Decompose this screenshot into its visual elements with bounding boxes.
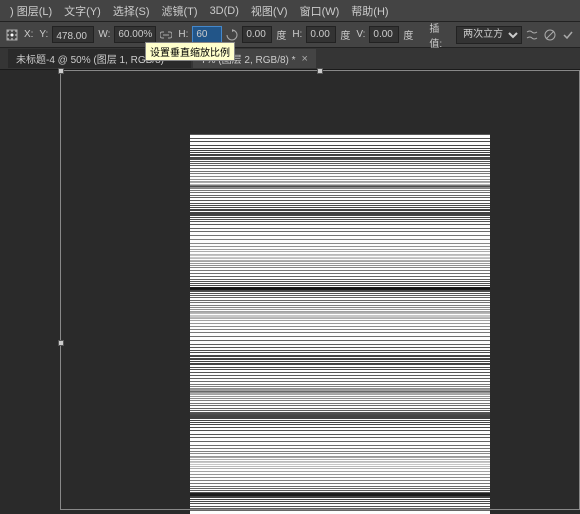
tooltip: 设置垂直缩放比例 bbox=[145, 42, 235, 61]
w-label: W: bbox=[96, 29, 112, 40]
h-label: H: bbox=[176, 29, 190, 40]
rotate-icon[interactable] bbox=[224, 27, 240, 43]
v-label: V: bbox=[354, 29, 367, 40]
h2-field[interactable] bbox=[306, 26, 336, 43]
menu-item-layer[interactable]: ) 图层(L) bbox=[4, 0, 58, 22]
menu-item-help[interactable]: 帮助(H) bbox=[345, 0, 394, 22]
menu-item-view[interactable]: 视图(V) bbox=[245, 0, 294, 22]
h2-label: H: bbox=[290, 29, 304, 40]
warp-icon[interactable] bbox=[524, 27, 540, 43]
y-label: Y: bbox=[37, 29, 50, 40]
canvas-area[interactable] bbox=[0, 70, 580, 510]
menu-item-type[interactable]: 文字(Y) bbox=[58, 0, 107, 22]
rotation-unit: 度 bbox=[274, 27, 288, 42]
interpolation-label: 插值: bbox=[427, 20, 454, 50]
close-icon[interactable]: × bbox=[302, 53, 308, 65]
interpolation-select[interactable]: 两次立方 bbox=[456, 26, 522, 44]
reference-point-icon[interactable] bbox=[4, 27, 20, 43]
link-icon[interactable] bbox=[158, 27, 174, 43]
canvas-content bbox=[190, 134, 490, 514]
h-field[interactable] bbox=[192, 26, 222, 43]
x-label: X: bbox=[22, 29, 35, 40]
menu-item-select[interactable]: 选择(S) bbox=[107, 0, 156, 22]
document-tab-bar: 未标题-4 @ 50% (图层 1, RGB/8) * × 7% (图层 2, … bbox=[0, 48, 580, 70]
cancel-icon[interactable] bbox=[542, 27, 558, 43]
options-bar: X: Y: W: H: 度 H: 度 V: 度 插值: 两次立方 bbox=[0, 22, 580, 48]
commit-icon[interactable] bbox=[560, 27, 576, 43]
h2-unit: 度 bbox=[338, 27, 352, 42]
menu-item-filter[interactable]: 滤镜(T) bbox=[156, 0, 204, 22]
menu-item-3d[interactable]: 3D(D) bbox=[204, 2, 245, 20]
v-unit: 度 bbox=[401, 27, 415, 42]
rotation-field[interactable] bbox=[242, 26, 272, 43]
w-field[interactable] bbox=[114, 26, 156, 43]
y-field[interactable] bbox=[52, 26, 94, 43]
transform-handle-ml[interactable] bbox=[58, 340, 64, 346]
menu-item-window[interactable]: 窗口(W) bbox=[294, 0, 346, 22]
v-field[interactable] bbox=[369, 26, 399, 43]
menu-bar: ) 图层(L) 文字(Y) 选择(S) 滤镜(T) 3D(D) 视图(V) 窗口… bbox=[0, 0, 580, 22]
